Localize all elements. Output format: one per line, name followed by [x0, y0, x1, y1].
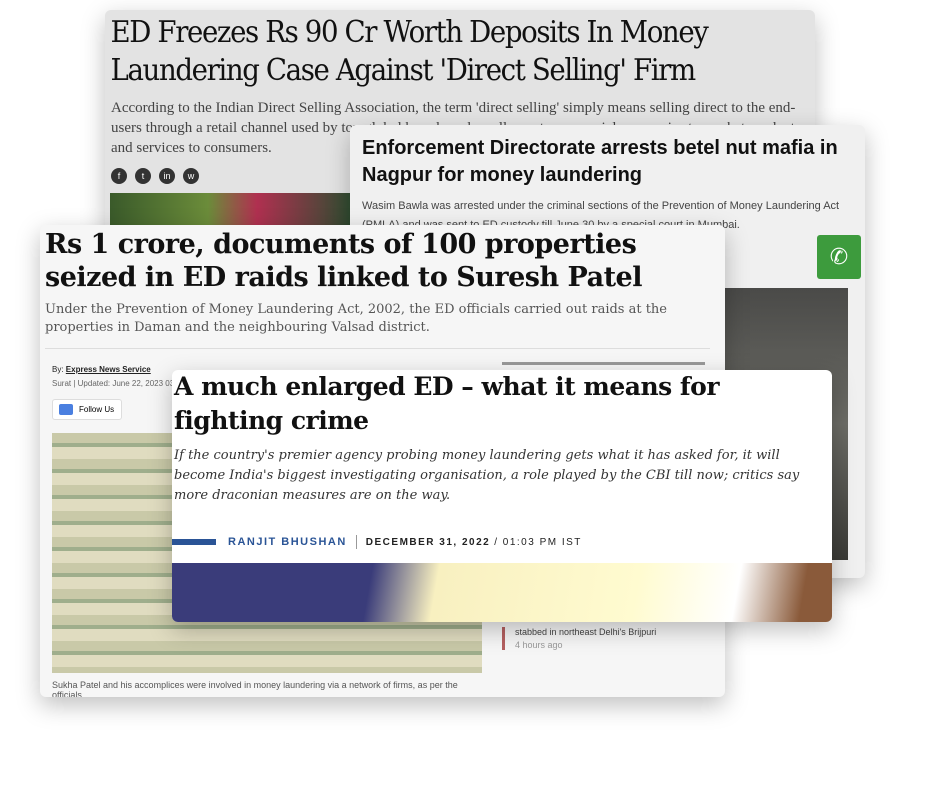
- by-label: By:: [52, 365, 64, 374]
- summary: If the country's premier agency probing …: [174, 448, 800, 503]
- google-news-icon: [59, 404, 73, 415]
- image-caption: Sukha Patel and his accomplices were inv…: [52, 680, 458, 697]
- linkedin-icon[interactable]: in: [159, 168, 175, 184]
- article-image: [172, 563, 832, 622]
- headline[interactable]: Rs 1 crore, documents of 100 properties …: [40, 225, 725, 294]
- author-link[interactable]: Express News Service: [66, 365, 151, 374]
- updated-time: Surat | Updated: June 22, 2023 03: [52, 379, 175, 388]
- whatsapp-icon[interactable]: w: [183, 168, 199, 184]
- sidebar-divider: [502, 362, 705, 365]
- follow-us-button[interactable]: Follow Us: [52, 399, 122, 420]
- article-card-enlarged-ed: A much enlarged ED – what it means for f…: [172, 370, 832, 622]
- summary: Under the Prevention of Money Laundering…: [45, 302, 667, 335]
- headline[interactable]: ED Freezes Rs 90 Cr Worth Deposits In Mo…: [105, 10, 758, 90]
- date: DECEMBER 31, 2022: [365, 536, 491, 548]
- time: / 01:03 PM IST: [494, 536, 582, 548]
- byline: By: Express News Service: [52, 365, 151, 374]
- facebook-icon[interactable]: f: [111, 168, 127, 184]
- headline[interactable]: Enforcement Directorate arrests betel nu…: [350, 125, 865, 189]
- accent-bar: [172, 539, 216, 545]
- side-news-time: 4 hours ago: [515, 640, 563, 650]
- separator: [355, 535, 357, 549]
- article-meta: RANJIT BHUSHAN DECEMBER 31, 2022 / 01:03…: [172, 535, 582, 549]
- follow-label: Follow Us: [79, 405, 115, 414]
- whatsapp-share-button[interactable]: ✆: [817, 235, 861, 279]
- divider: [45, 348, 710, 349]
- author[interactable]: RANJIT BHUSHAN: [228, 536, 347, 548]
- headline[interactable]: A much enlarged ED – what it means for f…: [172, 370, 832, 438]
- twitter-icon[interactable]: t: [135, 168, 151, 184]
- side-news-title: stabbed in northeast Delhi's Brijpuri: [515, 627, 657, 637]
- side-news-item[interactable]: stabbed in northeast Delhi's Brijpuri 4 h…: [502, 627, 656, 650]
